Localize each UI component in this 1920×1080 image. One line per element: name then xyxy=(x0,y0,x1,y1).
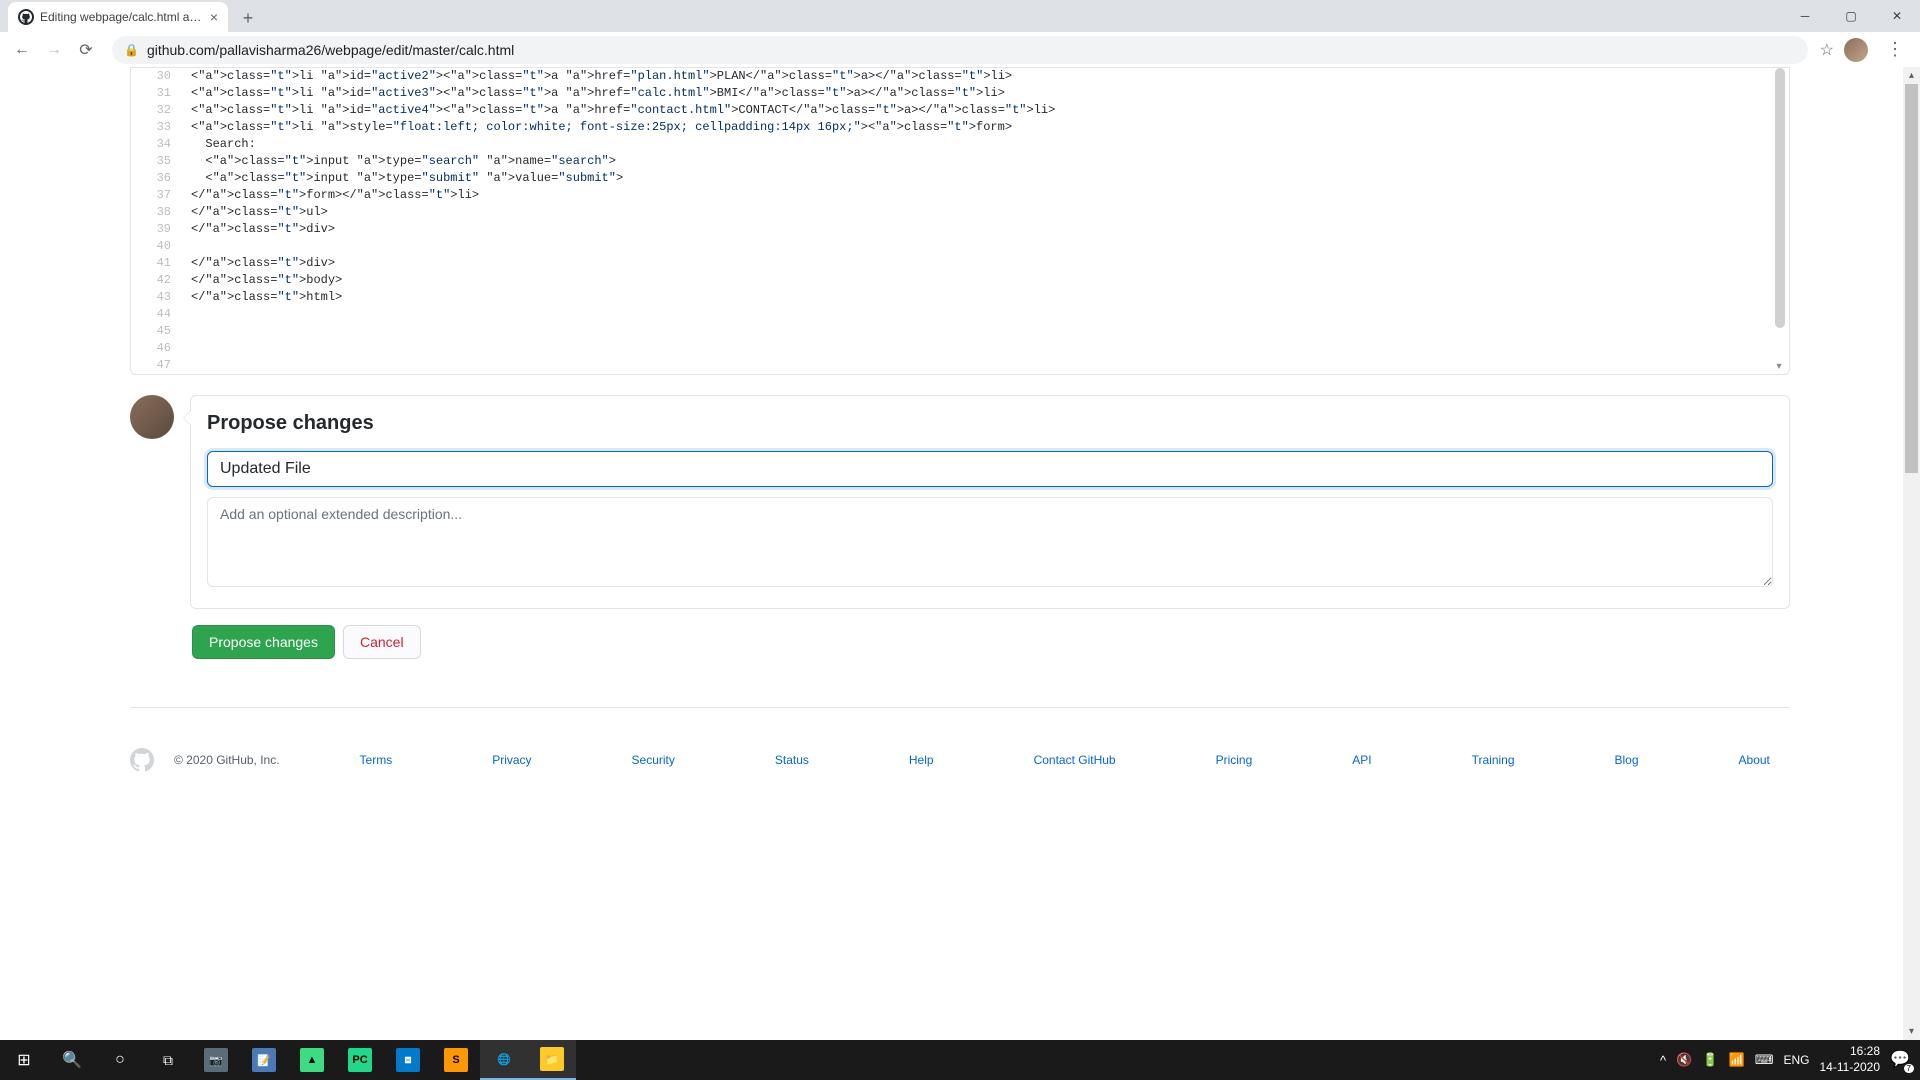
cortana-button[interactable]: ○ xyxy=(96,1040,144,1080)
language-indicator[interactable]: ENG xyxy=(1783,1053,1809,1067)
propose-heading: Propose changes xyxy=(207,412,1773,435)
code-line[interactable]: 31<"a">class="t">li "a">id="active3"><"a… xyxy=(131,85,1789,102)
propose-changes-box: Propose changes xyxy=(190,395,1790,609)
back-button[interactable]: ← xyxy=(8,36,36,64)
lock-icon: 🔒 xyxy=(124,43,139,57)
vscode-app[interactable]: ⧈ xyxy=(384,1040,432,1080)
code-line[interactable]: 39</"a">class="t">div> xyxy=(131,221,1789,238)
copyright-text: © 2020 GitHub, Inc. xyxy=(174,753,280,767)
browser-tab[interactable]: Editing webpage/calc.html at ma × xyxy=(8,2,228,32)
sublime-app[interactable]: S xyxy=(432,1040,480,1080)
url-bar[interactable]: 🔒 github.com/pallavisharma26/webpage/edi… xyxy=(112,36,1808,64)
propose-changes-button[interactable]: Propose changes xyxy=(192,625,335,659)
battery-icon[interactable]: 🔋 xyxy=(1702,1052,1718,1068)
bookmark-star-icon[interactable]: ☆ xyxy=(1820,40,1834,60)
page-footer: © 2020 GitHub, Inc. Terms Privacy Security… xyxy=(130,707,1790,812)
footer-link[interactable]: About xyxy=(1739,753,1770,767)
search-button[interactable]: 🔍 xyxy=(48,1040,96,1080)
footer-link[interactable]: Pricing xyxy=(1216,753,1253,767)
code-line[interactable]: 43</"a">class="t">html> xyxy=(131,289,1789,306)
commit-description-input[interactable] xyxy=(207,497,1773,587)
code-editor[interactable]: 30<"a">class="t">li "a">id="active2"><"a… xyxy=(130,67,1790,375)
code-line[interactable]: 38</"a">class="t">ul> xyxy=(131,204,1789,221)
camera-app[interactable]: 📷 xyxy=(192,1040,240,1080)
notes-app[interactable]: 📝 xyxy=(240,1040,288,1080)
footer-link[interactable]: Terms xyxy=(360,753,393,767)
code-line[interactable]: 34 Search: xyxy=(131,136,1789,153)
pycharm-app[interactable]: PC xyxy=(336,1040,384,1080)
commit-summary-input[interactable] xyxy=(207,451,1773,487)
code-line[interactable]: 36 <"a">class="t">input "a">type="submit… xyxy=(131,170,1789,187)
scroll-up-icon[interactable]: ▴ xyxy=(1903,67,1920,84)
minimize-button[interactable]: ─ xyxy=(1782,0,1828,32)
footer-link[interactable]: Contact GitHub xyxy=(1034,753,1116,767)
system-clock[interactable]: 16:28 14-11-2020 xyxy=(1820,1044,1881,1075)
code-line[interactable]: 32<"a">class="t">li "a">id="active4"><"a… xyxy=(131,102,1789,119)
code-line[interactable]: 30<"a">class="t">li "a">id="active2"><"a… xyxy=(131,68,1789,85)
code-line[interactable]: 41</"a">class="t">div> xyxy=(131,255,1789,272)
browser-menu-icon[interactable]: ⋮ xyxy=(1878,39,1912,60)
notifications-icon[interactable]: 💬 7 xyxy=(1890,1049,1912,1071)
maximize-button[interactable]: ▢ xyxy=(1828,0,1874,32)
editor-scrollbar-thumb[interactable] xyxy=(1775,68,1785,328)
propose-changes-section: Propose changes xyxy=(130,395,1790,609)
profile-avatar-icon[interactable] xyxy=(1844,38,1868,62)
volume-mute-icon[interactable]: 🔇 xyxy=(1676,1052,1692,1068)
android-studio-app[interactable]: ▲ xyxy=(288,1040,336,1080)
code-line[interactable]: 40 xyxy=(131,238,1789,255)
code-line[interactable]: 44 xyxy=(131,306,1789,323)
cancel-button[interactable]: Cancel xyxy=(343,625,421,659)
task-view-button[interactable]: ⧉ xyxy=(144,1040,192,1080)
action-buttons: Propose changes Cancel xyxy=(192,625,1790,659)
github-favicon xyxy=(18,9,34,25)
code-line[interactable]: 35 <"a">class="t">input "a">type="search… xyxy=(131,153,1789,170)
reload-button[interactable]: ⟳ xyxy=(72,36,100,64)
url-text: github.com/pallavisharma26/webpage/edit/… xyxy=(147,42,514,58)
code-line[interactable]: 47 xyxy=(131,357,1789,374)
tab-bar: Editing webpage/calc.html at ma × + ─ ▢ … xyxy=(0,0,1920,32)
footer-link[interactable]: Privacy xyxy=(492,753,531,767)
scroll-down-icon[interactable]: ▾ xyxy=(1903,1023,1920,1040)
github-logo-icon[interactable] xyxy=(130,748,154,772)
forward-button[interactable]: → xyxy=(40,36,68,64)
keyboard-icon[interactable]: ⌨ xyxy=(1755,1052,1774,1068)
windows-taskbar: ⊞ 🔍 ○ ⧉ 📷 📝 ▲ PC ⧈ S 🌐 📁 ^ 🔇 🔋 📶 ⌨ ENG 1… xyxy=(0,1040,1920,1080)
address-bar: ← → ⟳ 🔒 github.com/pallavisharma26/webpa… xyxy=(0,32,1920,67)
window-controls: ─ ▢ ✕ xyxy=(1782,0,1920,32)
start-button[interactable]: ⊞ xyxy=(0,1040,48,1080)
footer-link[interactable]: Status xyxy=(775,753,809,767)
user-avatar[interactable] xyxy=(130,395,174,439)
tab-close-icon[interactable]: × xyxy=(210,9,218,25)
browser-chrome: Editing webpage/calc.html at ma × + ─ ▢ … xyxy=(0,0,1920,67)
editor-scroll-down-icon[interactable]: ▾ xyxy=(1771,358,1787,374)
footer-link[interactable]: Security xyxy=(632,753,675,767)
footer-link[interactable]: API xyxy=(1352,753,1371,767)
footer-link[interactable]: Blog xyxy=(1615,753,1639,767)
tab-title: Editing webpage/calc.html at ma xyxy=(40,10,204,24)
new-tab-button[interactable]: + xyxy=(234,4,262,32)
code-line[interactable]: 42</"a">class="t">body> xyxy=(131,272,1789,289)
code-line[interactable]: 33<"a">class="t">li "a">style="float:lef… xyxy=(131,119,1789,136)
editor-scrollbar[interactable]: ▾ xyxy=(1775,68,1787,374)
wifi-icon[interactable]: 📶 xyxy=(1729,1052,1745,1068)
close-window-button[interactable]: ✕ xyxy=(1874,0,1920,32)
page-content: 30<"a">class="t">li "a">id="active2"><"a… xyxy=(0,67,1920,1040)
tray-expand-icon[interactable]: ^ xyxy=(1660,1053,1666,1068)
page-scrollbar[interactable]: ▴ ▾ xyxy=(1903,67,1920,1040)
page-scrollbar-thumb[interactable] xyxy=(1905,84,1918,473)
code-line[interactable]: 37</"a">class="t">form></"a">class="t">l… xyxy=(131,187,1789,204)
code-line[interactable]: 45 xyxy=(131,323,1789,340)
code-line[interactable]: 46 xyxy=(131,340,1789,357)
explorer-app[interactable]: 📁 xyxy=(528,1040,576,1080)
chrome-app[interactable]: 🌐 xyxy=(480,1040,528,1080)
footer-link[interactable]: Help xyxy=(909,753,934,767)
footer-link[interactable]: Training xyxy=(1472,753,1515,767)
